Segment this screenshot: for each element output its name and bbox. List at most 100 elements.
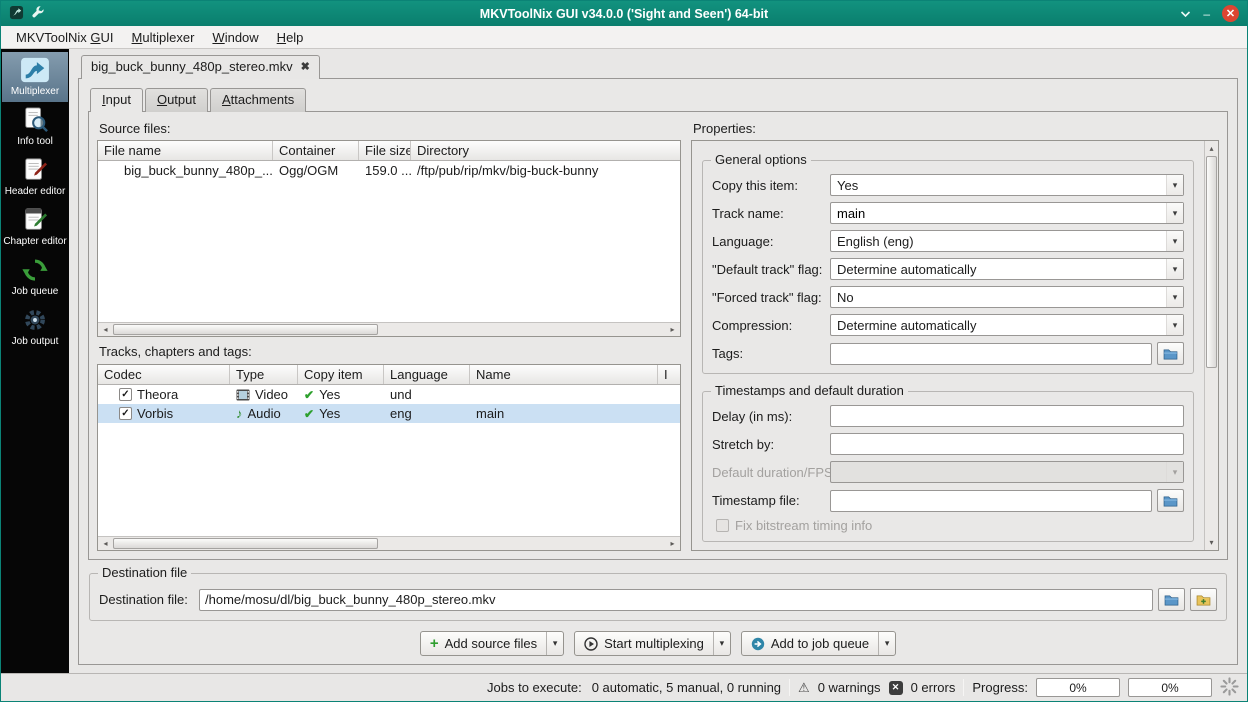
column-header-name[interactable]: Name	[470, 365, 658, 384]
tracks-hscrollbar[interactable]: ◂ ▸	[98, 536, 680, 550]
properties-vscrollbar[interactable]: ▴ ▾	[1204, 141, 1218, 550]
gear-icon	[19, 306, 51, 334]
chevron-down-icon[interactable]: ▾	[1166, 203, 1183, 223]
default-track-flag-select[interactable]: Determine automatically ▾	[830, 258, 1184, 280]
scroll-left-button[interactable]: ◂	[98, 537, 113, 550]
column-header-language[interactable]: Language	[384, 365, 470, 384]
column-header-type[interactable]: Type	[230, 365, 298, 384]
scroll-left-button[interactable]: ◂	[98, 323, 113, 336]
chevron-down-icon[interactable]: ▾	[1166, 315, 1183, 335]
track-row-theora[interactable]: ✓ Theora Video ✔ Yes und	[98, 385, 680, 404]
chevron-down-icon[interactable]: ▾	[1166, 287, 1183, 307]
start-multiplexing-button[interactable]: Start multiplexing ▾	[574, 631, 731, 656]
menu-window[interactable]: Window	[203, 28, 267, 47]
tags-input[interactable]	[830, 342, 1152, 365]
compression-select[interactable]: Determine automatically ▾	[830, 314, 1184, 336]
menu-multiplexer[interactable]: Multiplexer	[123, 28, 204, 47]
language-label: Language:	[712, 233, 774, 249]
track-row-vorbis[interactable]: ✓ Vorbis ♪ Audio ✔ Yes eng main	[98, 404, 680, 423]
timestamp-file-browse-button[interactable]	[1157, 489, 1184, 512]
sidebar-item-header-editor[interactable]: Header editor	[2, 152, 68, 202]
destination-group-title: Destination file	[98, 565, 192, 580]
selected-value: English (eng)	[837, 233, 914, 249]
start-multiplexing-menu-button[interactable]: ▾	[712, 632, 730, 655]
column-header-file-name[interactable]: File name	[98, 141, 273, 160]
circular-arrows-icon	[19, 256, 51, 284]
sidebar-item-chapter-editor[interactable]: Chapter editor	[2, 202, 68, 252]
timestamp-file-label: Timestamp file:	[712, 493, 800, 508]
column-header-container[interactable]: Container	[273, 141, 359, 160]
track-name-label: Track name:	[712, 205, 784, 221]
column-header-id[interactable]: I	[658, 365, 680, 384]
shade-button[interactable]	[1180, 8, 1191, 20]
add-source-files-button[interactable]: + Add source files ▾	[419, 631, 565, 656]
tags-browse-button[interactable]	[1157, 342, 1184, 365]
tracks-header: Codec Type Copy item Language Name I	[98, 365, 680, 385]
destination-file-input[interactable]	[199, 588, 1153, 611]
track-name-input[interactable]: ▾	[830, 202, 1184, 224]
close-icon: ✕	[1225, 8, 1236, 20]
files-and-tracks-column: Source files: File name Container File s…	[97, 120, 681, 551]
scrollbar-track[interactable]	[113, 323, 665, 336]
delay-input[interactable]	[830, 405, 1184, 427]
scroll-up-button[interactable]: ▴	[1205, 141, 1218, 156]
track-checkbox[interactable]: ✓	[119, 407, 132, 420]
add-to-job-queue-button[interactable]: Add to job queue ▾	[740, 631, 897, 656]
sidebar-item-label: Multiplexer	[10, 86, 60, 97]
stretch-by-input[interactable]	[830, 433, 1184, 455]
copy-this-item-select[interactable]: Yes ▾	[830, 174, 1184, 196]
scroll-down-button[interactable]: ▾	[1205, 535, 1218, 550]
source-file-row[interactable]: big_buck_bunny_480p_... Ogg/OGM 159.0 ..…	[98, 161, 680, 180]
type-cell: Video	[230, 387, 298, 402]
timestamp-file-input[interactable]	[830, 489, 1152, 512]
language-select[interactable]: English (eng) ▾	[830, 230, 1184, 252]
scrollbar-track[interactable]	[1205, 156, 1218, 535]
menu-mkvtoolnix-gui[interactable]: MKVToolNix GUI	[7, 28, 123, 47]
folder-icon	[1164, 594, 1179, 605]
scrollbar-track[interactable]	[113, 537, 665, 550]
document-tab-big-buck-bunny[interactable]: big_buck_bunny_480p_stereo.mkv ✖	[81, 55, 320, 79]
column-header-copy-item[interactable]: Copy item	[298, 365, 384, 384]
tab-input[interactable]: Input	[90, 88, 143, 112]
column-header-codec[interactable]: Codec	[98, 365, 230, 384]
error-x-icon: ✕	[891, 682, 900, 692]
label-text: indow	[224, 29, 259, 45]
multiplexer-content: big_buck_bunny_480p_stereo.mkv ✖ Input O…	[69, 49, 1247, 673]
tab-attachments[interactable]: Attachments	[209, 88, 307, 112]
chevron-down-icon[interactable]: ▾	[1166, 175, 1183, 195]
scrollbar-thumb[interactable]	[1206, 156, 1217, 369]
chevron-down-icon	[1181, 10, 1191, 17]
track-checkbox[interactable]: ✓	[119, 388, 132, 401]
add-source-files-menu-button[interactable]: ▾	[546, 632, 563, 655]
fix-bitstream-label: Fix bitstream timing info	[735, 518, 873, 533]
tab-output[interactable]: Output	[144, 88, 208, 112]
scroll-right-button[interactable]: ▸	[665, 537, 680, 550]
sidebar-item-job-queue[interactable]: Job queue	[2, 252, 68, 302]
label-mnemonic: G	[90, 29, 101, 45]
sidebar-item-job-output[interactable]: Job output	[2, 302, 68, 352]
scroll-right-button[interactable]: ▸	[665, 323, 680, 336]
folder-plus-icon	[1196, 594, 1211, 605]
scrollbar-thumb[interactable]	[113, 324, 378, 335]
sidebar-item-multiplexer[interactable]: Multiplexer	[2, 52, 68, 102]
scrollbar-thumb[interactable]	[113, 538, 378, 549]
add-to-job-queue-menu-button[interactable]: ▾	[878, 632, 895, 655]
destination-subdirectory-button[interactable]	[1190, 588, 1217, 611]
column-header-file-size[interactable]: File size	[359, 141, 411, 160]
chevron-down-icon[interactable]: ▾	[1166, 259, 1183, 279]
minimize-button[interactable]: –	[1203, 8, 1210, 20]
column-header-directory[interactable]: Directory	[411, 141, 680, 160]
check-icon: ✓	[121, 407, 130, 419]
source-files-hscrollbar[interactable]: ◂ ▸	[98, 322, 680, 336]
close-button[interactable]: ✕	[1222, 5, 1239, 22]
forced-track-flag-select[interactable]: No ▾	[830, 286, 1184, 308]
tab-close-icon[interactable]: ✖	[301, 60, 310, 73]
default-duration-label: Default duration/FPS:	[712, 464, 830, 480]
properties-panel: General options Copy this item: Yes ▾ Tr…	[691, 140, 1219, 551]
statusbar-separator	[963, 679, 965, 696]
menu-help[interactable]: Help	[268, 28, 313, 47]
chevron-down-icon[interactable]: ▾	[1166, 231, 1183, 251]
track-name-text-field[interactable]	[837, 204, 1166, 222]
sidebar-item-info-tool[interactable]: Info tool	[2, 102, 68, 152]
destination-browse-button[interactable]	[1158, 588, 1185, 611]
